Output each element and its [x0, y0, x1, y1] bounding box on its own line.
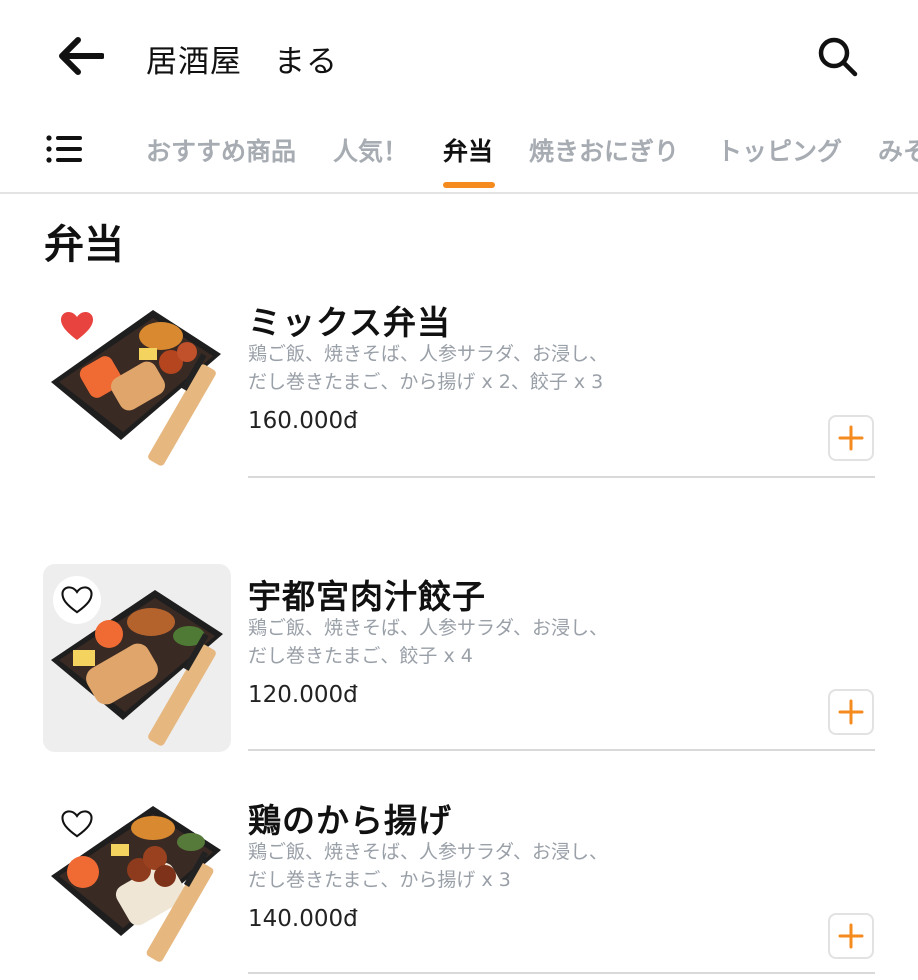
item-divider	[248, 749, 875, 751]
add-to-cart-button[interactable]	[828, 415, 874, 461]
add-to-cart-button[interactable]	[828, 913, 874, 959]
favorite-button[interactable]	[53, 576, 101, 624]
item-price: 120.000đ	[248, 682, 358, 708]
favorite-button[interactable]	[53, 800, 101, 848]
item-desc-line1: 鶏ご飯、焼きそば、人参サラダ、お浸し、	[248, 617, 609, 639]
plus-icon	[838, 923, 864, 949]
add-to-cart-button[interactable]	[828, 689, 874, 735]
tab-bento[interactable]: 弁当	[443, 132, 493, 168]
section-title: 弁当	[44, 222, 124, 268]
bento-gyoza-image[interactable]	[43, 564, 231, 752]
active-tab-indicator	[443, 182, 495, 188]
item-divider	[248, 972, 875, 974]
favorite-button[interactable]	[53, 302, 101, 350]
item-divider	[248, 476, 875, 478]
bento-karaage-image[interactable]	[43, 788, 231, 976]
heart-outline-icon	[61, 586, 93, 614]
tab-topping[interactable]: トッピング	[717, 132, 842, 168]
app-header: 居酒屋 まる	[0, 0, 918, 110]
tab-miso[interactable]: みそ	[878, 132, 918, 168]
plus-icon	[838, 425, 864, 451]
item-desc-line1: 鶏ご飯、焼きそば、人参サラダ、お浸し、	[248, 343, 609, 365]
search-button[interactable]	[815, 34, 859, 78]
category-menu-button[interactable]	[44, 132, 84, 166]
heart-outline-icon	[61, 810, 93, 838]
back-button[interactable]	[58, 36, 105, 76]
tab-recommended[interactable]: おすすめ商品	[146, 132, 296, 168]
arrow-left-icon	[59, 37, 105, 75]
tab-popular[interactable]: 人気！	[333, 132, 408, 168]
item-name: ミックス弁当	[248, 303, 452, 342]
item-desc-line2: だし巻きたまご、から揚げ x 2、餃子 x 3	[248, 371, 604, 393]
item-desc-line2: だし巻きたまご、から揚げ x 3	[248, 869, 511, 891]
bento-mix-image[interactable]	[43, 290, 231, 478]
item-name: 宇都宮肉汁餃子	[248, 577, 486, 616]
item-desc-line2: だし巻きたまご、餃子 x 4	[248, 645, 473, 667]
restaurant-title: 居酒屋 まる	[146, 44, 338, 80]
item-name: 鶏のから揚げ	[248, 801, 452, 840]
list-icon	[46, 135, 82, 163]
heart-filled-icon	[61, 312, 93, 340]
item-desc-line1: 鶏ご飯、焼きそば、人参サラダ、お浸し、	[248, 841, 609, 863]
item-price: 140.000đ	[248, 906, 358, 932]
plus-icon	[838, 699, 864, 725]
item-price: 160.000đ	[248, 408, 358, 434]
category-tabs: おすすめ商品 人気！ 弁当 焼きおにぎり トッピング みそ	[0, 112, 918, 194]
search-icon	[818, 37, 858, 77]
tab-yaki-onigiri[interactable]: 焼きおにぎり	[529, 132, 679, 168]
